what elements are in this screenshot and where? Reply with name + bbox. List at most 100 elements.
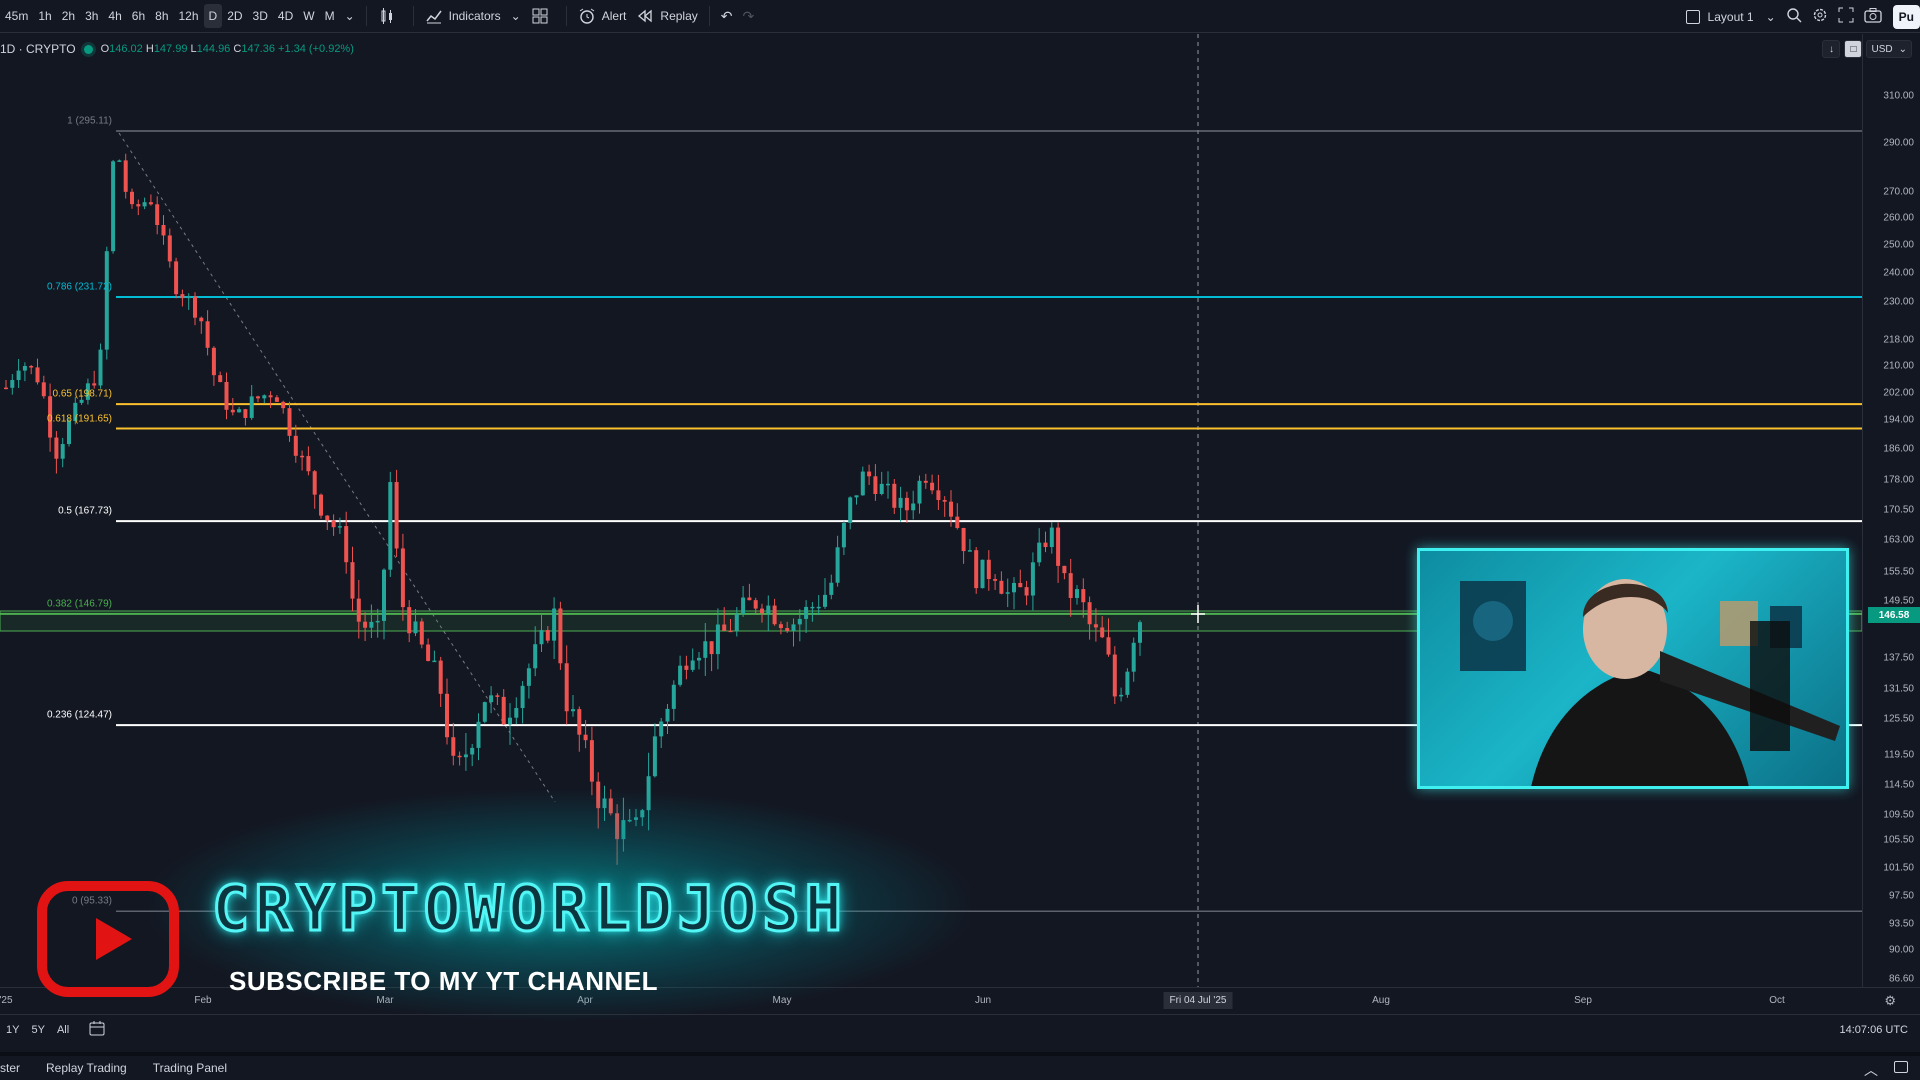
- candle-body: [911, 503, 916, 511]
- candle-body: [722, 624, 727, 631]
- candle-body: [224, 382, 229, 410]
- undo-icon: ↶: [720, 7, 733, 24]
- bottom-tab[interactable]: ster: [0, 1061, 33, 1075]
- interval-button[interactable]: M: [320, 4, 340, 28]
- price-tick-label: 310.00: [1883, 90, 1914, 102]
- candle-body: [432, 660, 437, 663]
- interval-button[interactable]: 12h: [174, 4, 204, 28]
- interval-button[interactable]: 1h: [33, 4, 56, 28]
- candle-body: [1005, 592, 1010, 594]
- candle-body: [1075, 589, 1079, 598]
- layout-button[interactable]: Layout 1 ⌄: [1681, 5, 1781, 29]
- utc-clock[interactable]: 14:07:06 UTC: [1840, 1024, 1908, 1036]
- candle-body: [1043, 542, 1048, 548]
- candle-body: [848, 497, 853, 523]
- candle-body: [1112, 654, 1117, 697]
- candle-body: [520, 685, 525, 709]
- price-tick-label: 93.50: [1888, 918, 1914, 930]
- interval-button[interactable]: 45m: [0, 4, 33, 28]
- candle-body: [419, 621, 424, 645]
- calendar-icon[interactable]: [89, 1020, 105, 1039]
- candle-body: [41, 382, 46, 397]
- snapshot-button[interactable]: [1859, 5, 1887, 29]
- youtube-logo-icon[interactable]: [36, 880, 180, 998]
- alert-button[interactable]: Alert: [573, 4, 632, 28]
- interval-dropdown-button[interactable]: ⌄: [340, 4, 360, 28]
- candle-body: [117, 160, 122, 162]
- candle-body: [589, 740, 594, 782]
- undo-button[interactable]: ↶: [716, 4, 738, 28]
- price-tick-label: 155.50: [1883, 566, 1914, 578]
- candle-body: [180, 294, 185, 299]
- fib-level-label: 0.618 (191.65): [46, 413, 112, 425]
- redo-button[interactable]: ↷: [738, 4, 760, 28]
- candle-body: [1012, 582, 1016, 593]
- time-tick-label: Jun: [974, 995, 992, 1006]
- interval-button[interactable]: 3h: [80, 4, 103, 28]
- interval-button[interactable]: 4D: [273, 4, 298, 28]
- interval-button[interactable]: 2h: [57, 4, 80, 28]
- range-button[interactable]: 1Y: [0, 1024, 25, 1036]
- maximize-panel-icon[interactable]: [1894, 1061, 1908, 1073]
- candle-body: [785, 628, 790, 631]
- candle-body: [394, 482, 399, 549]
- price-tick-label: 210.00: [1883, 360, 1914, 372]
- range-buttons: 1Y 5Y All: [0, 1024, 75, 1036]
- candle-body: [533, 644, 538, 669]
- price-tick-label: 149.50: [1883, 595, 1914, 607]
- candle-body: [92, 383, 97, 386]
- templates-button[interactable]: [526, 4, 560, 28]
- candle-body: [1106, 637, 1111, 655]
- candle-body: [936, 490, 941, 500]
- price-tick-label: 270.00: [1883, 186, 1914, 198]
- price-axis[interactable]: 310.00 290.00 270.00 260.00 250.00 240.00 230.…: [1862, 34, 1920, 987]
- search-icon: [1786, 7, 1802, 26]
- interval-button[interactable]: 6h: [127, 4, 150, 28]
- replay-button[interactable]: Replay: [631, 4, 702, 28]
- bottom-tab[interactable]: Replay Trading: [33, 1061, 140, 1075]
- range-button[interactable]: All: [51, 1024, 75, 1036]
- interval-button[interactable]: 2D: [222, 4, 247, 28]
- redo-icon: ↷: [742, 7, 755, 24]
- candle-body: [823, 594, 827, 607]
- candle-body: [659, 721, 664, 737]
- candle-body: [445, 693, 449, 738]
- indicators-button[interactable]: Indicators ⌄: [420, 4, 526, 28]
- price-tick-label: 131.50: [1883, 683, 1914, 695]
- candle-body: [923, 480, 928, 483]
- candle-body: [237, 409, 242, 413]
- quick-search-button[interactable]: [1781, 5, 1807, 29]
- scale-down-button[interactable]: ↓: [1822, 40, 1841, 58]
- price-tick-label: 194.00: [1883, 414, 1914, 426]
- interval-button[interactable]: 3D: [248, 4, 273, 28]
- candle-body: [186, 296, 191, 299]
- candle-body: [741, 597, 746, 615]
- candle-body: [734, 614, 739, 631]
- chevron-up-icon[interactable]: ︿: [1864, 1060, 1878, 1080]
- candle-body: [193, 296, 197, 318]
- chart-type-button[interactable]: [373, 4, 407, 28]
- candle-body: [451, 737, 456, 756]
- candle-body: [413, 621, 418, 634]
- candle-body: [123, 160, 128, 192]
- interval-button[interactable]: 8h: [150, 4, 173, 28]
- candle-body: [829, 582, 834, 595]
- compare-button[interactable]: □: [1844, 40, 1863, 58]
- range-button[interactable]: 5Y: [25, 1024, 50, 1036]
- currency-select[interactable]: USD ⌄: [1866, 40, 1912, 58]
- bottom-tab[interactable]: Trading Panel: [140, 1061, 240, 1075]
- symbol-name[interactable]: 1D · CRYPTO: [0, 42, 76, 56]
- publish-button[interactable]: Pu: [1892, 4, 1920, 29]
- interval-button[interactable]: 4h: [103, 4, 126, 28]
- interval-button[interactable]: W: [298, 4, 319, 28]
- price-tick-label: 105.50: [1883, 834, 1914, 846]
- candle-body: [331, 520, 336, 528]
- candle-body: [344, 526, 349, 563]
- settings-button[interactable]: [1807, 5, 1833, 29]
- candle-body: [287, 408, 292, 436]
- arrow-down-icon: ↓: [1828, 43, 1834, 55]
- axis-settings-icon[interactable]: ⚙: [1884, 993, 1896, 1009]
- fullscreen-button[interactable]: [1833, 5, 1859, 29]
- change-value: +1.34 (+0.92%): [278, 43, 354, 55]
- interval-button[interactable]: D: [203, 4, 223, 28]
